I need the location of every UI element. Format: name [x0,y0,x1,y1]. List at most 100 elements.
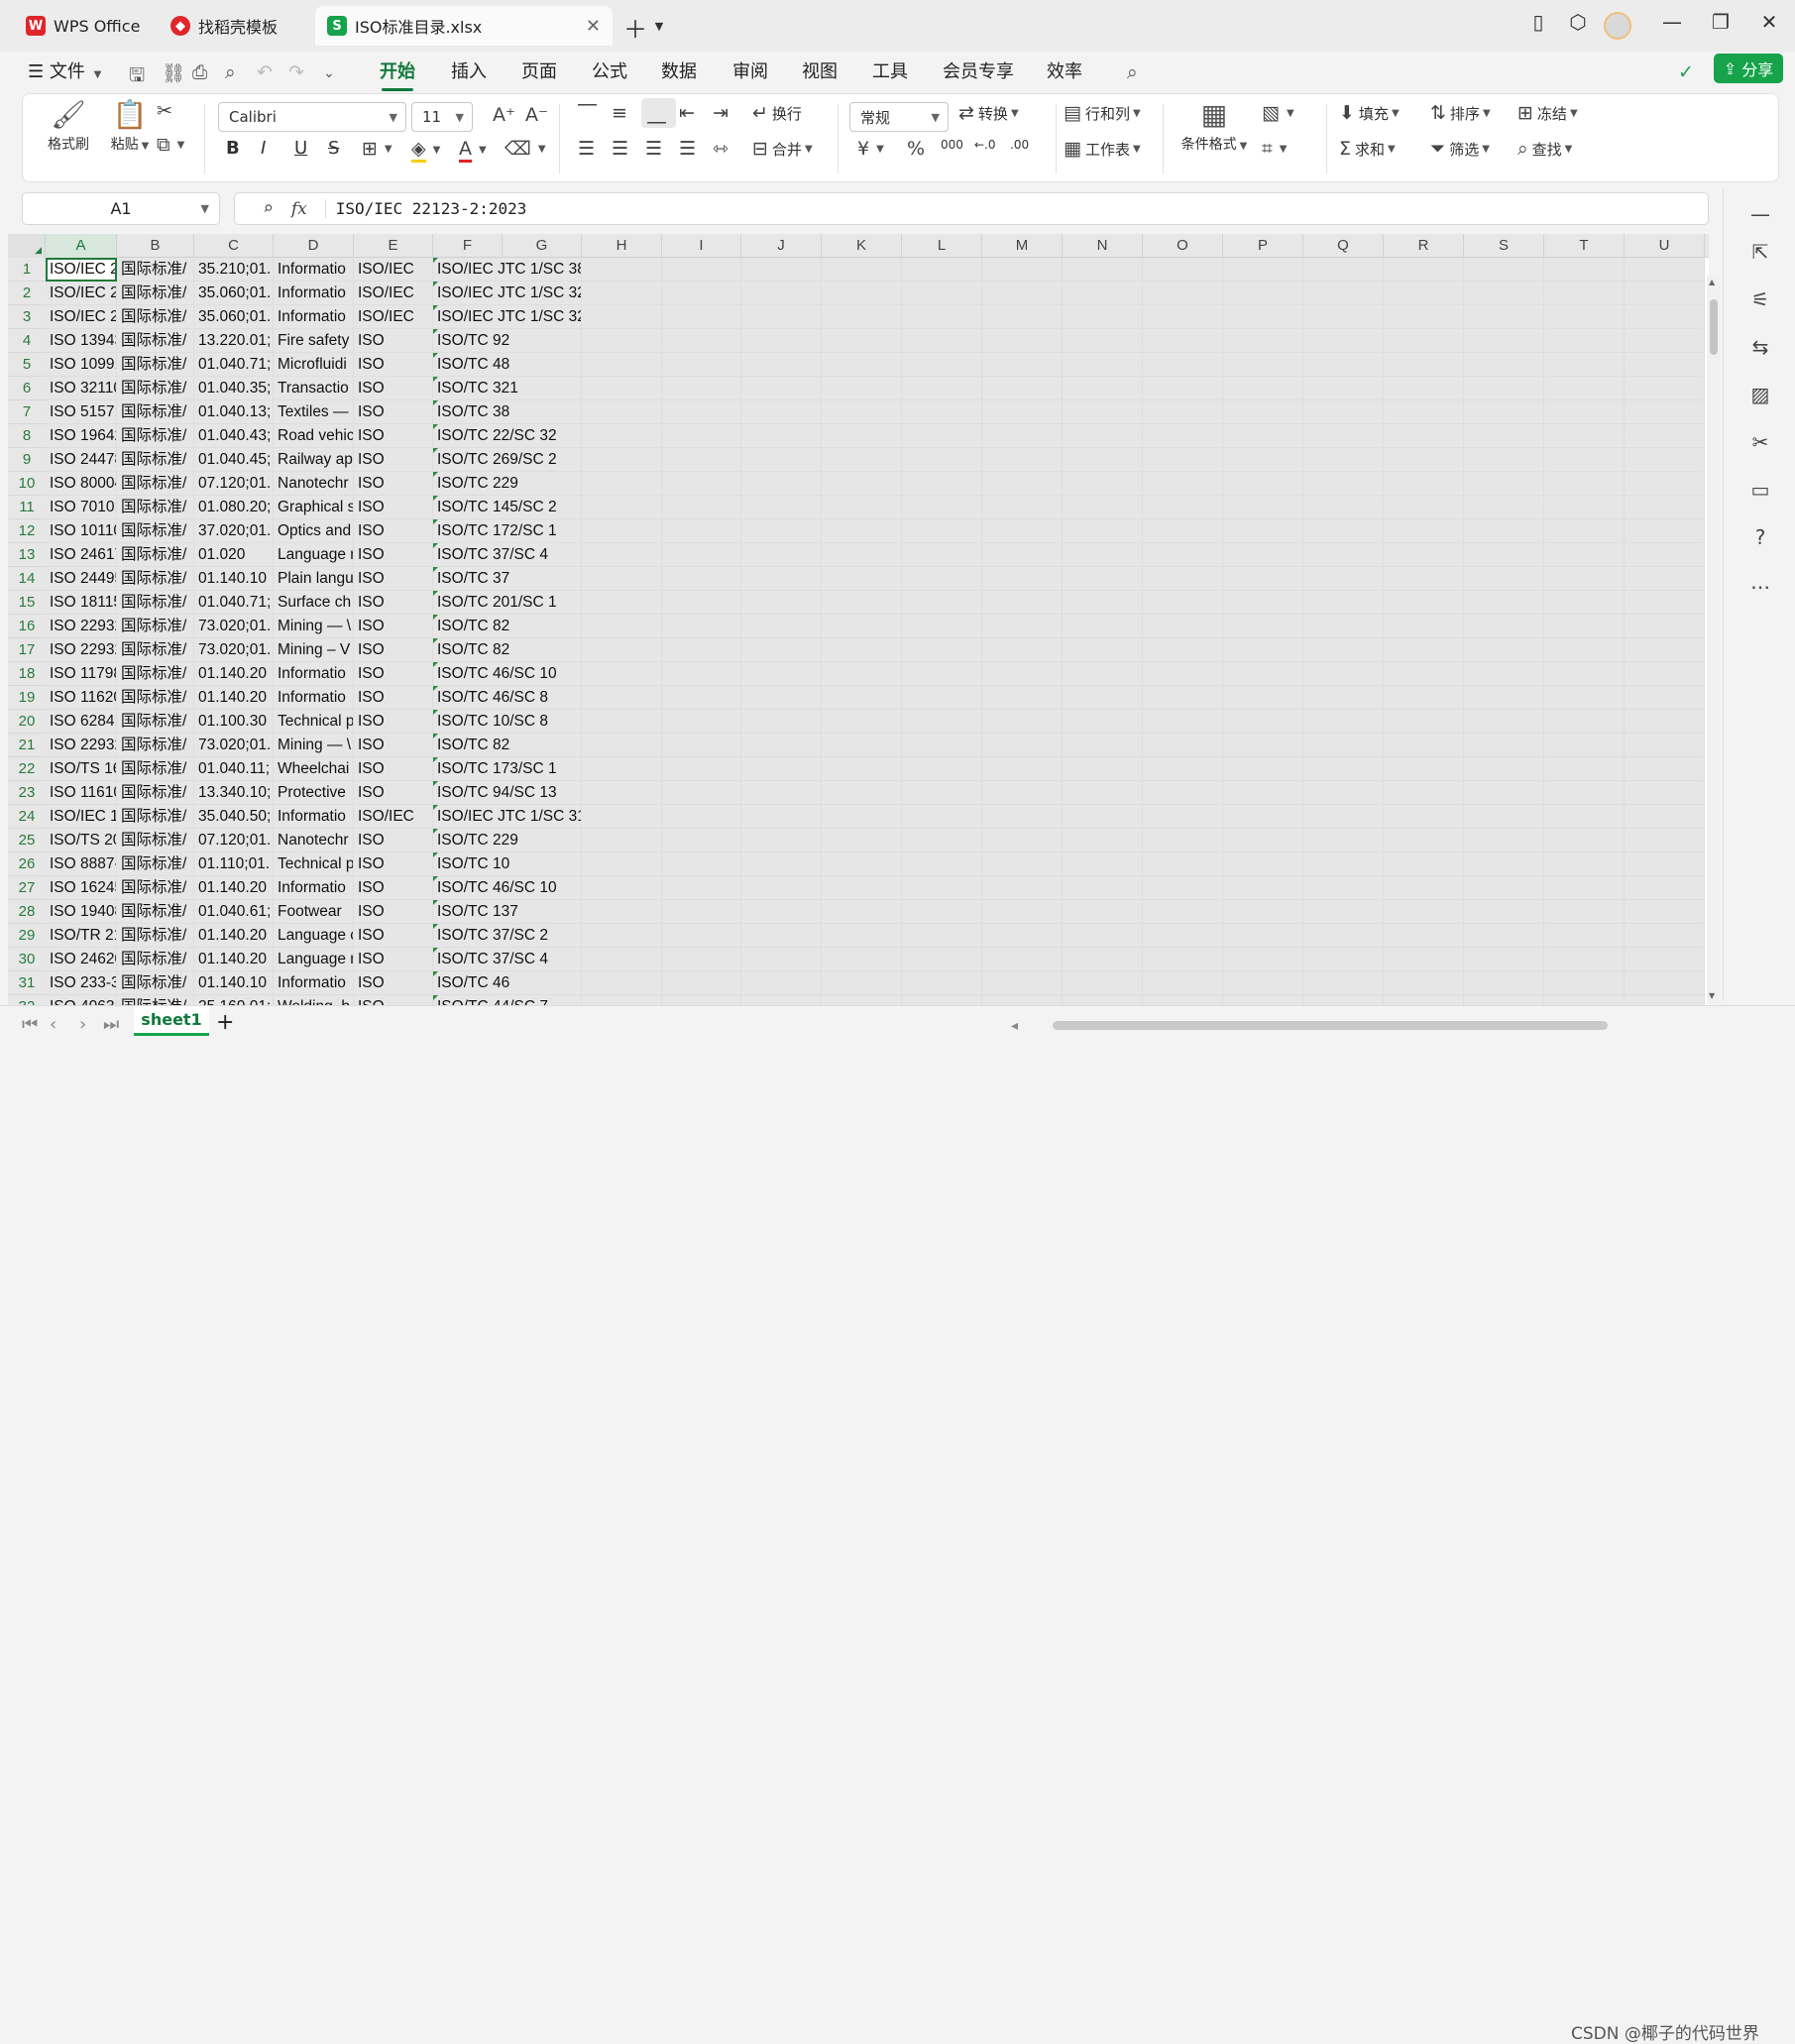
cell-j7[interactable] [741,400,822,424]
cell-e15[interactable]: ISO [354,591,433,615]
cell-e20[interactable]: ISO [354,710,433,734]
cell-j6[interactable] [741,377,822,400]
cell-a11[interactable]: ISO 7010:2 [46,496,117,519]
cell-e13[interactable]: ISO [354,543,433,567]
menu-page[interactable]: 页面 [521,57,557,87]
cell-u11[interactable] [1625,496,1705,519]
cell-n17[interactable] [1063,638,1143,662]
cell-c16[interactable]: 73.020;01. [194,615,274,638]
cell-t15[interactable] [1544,591,1625,615]
column-header-j[interactable]: J [741,234,822,258]
cell-u12[interactable] [1625,519,1705,543]
cell-i15[interactable] [662,591,741,615]
cell-b13[interactable]: 国际标准/ [117,543,194,567]
cell-m27[interactable] [982,876,1063,900]
cell-j27[interactable] [741,876,822,900]
cell-l13[interactable] [902,543,982,567]
book-icon[interactable]: ▭ [1747,478,1773,502]
cell-c3[interactable]: 35.060;01. [194,305,274,329]
cell-l9[interactable] [902,448,982,472]
cell-a7[interactable]: ISO 5157:2 [46,400,117,424]
cell-b16[interactable]: 国际标准/ [117,615,194,638]
row-header[interactable]: 11 [8,496,46,519]
underline-button[interactable]: U [294,138,307,159]
cell-d15[interactable]: Surface ch [274,591,354,615]
cell-f3[interactable]: ISO/IEC JTC 1/SC 32 [433,305,582,329]
cell-a3[interactable]: ISO/IEC 21 [46,305,117,329]
horizontal-scroll-thumb[interactable] [1053,1021,1608,1030]
cell-l2[interactable] [902,282,982,305]
cell-j32[interactable] [741,995,822,1005]
cell-u7[interactable] [1625,400,1705,424]
cell-d26[interactable]: Technical p [274,852,354,876]
print-preview-icon[interactable]: ⌕ [225,61,236,83]
cell-h15[interactable] [582,591,662,615]
cell-o18[interactable] [1143,662,1223,686]
cell-d18[interactable]: Informatio [274,662,354,686]
cell-o25[interactable] [1143,829,1223,852]
search-icon[interactable]: ⌕ [1127,61,1138,83]
cell-u27[interactable] [1625,876,1705,900]
cell-f24[interactable]: ISO/IEC JTC 1/SC 31 [433,805,582,829]
cell-j2[interactable] [741,282,822,305]
increase-font-icon[interactable]: A⁺ [493,104,519,126]
cell-j8[interactable] [741,424,822,448]
increase-decimal-icon[interactable]: ←.0 [974,138,996,152]
cell-d30[interactable]: Language r [274,948,354,971]
cell-s24[interactable] [1464,805,1544,829]
cell-r9[interactable] [1384,448,1464,472]
cell-d28[interactable]: Footwear [274,900,354,924]
cell-o12[interactable] [1143,519,1223,543]
cell-a19[interactable]: ISO 11620: [46,686,117,710]
cell-o17[interactable] [1143,638,1223,662]
cell-f22[interactable]: ISO/TC 173/SC 1 [433,757,582,781]
cell-b24[interactable]: 国际标准/ [117,805,194,829]
cell-o2[interactable] [1143,282,1223,305]
row-header[interactable]: 26 [8,852,46,876]
cell-q12[interactable] [1303,519,1384,543]
cell-s20[interactable] [1464,710,1544,734]
cell-u26[interactable] [1625,852,1705,876]
row-header[interactable]: 28 [8,900,46,924]
cell-q29[interactable] [1303,924,1384,948]
cell-r19[interactable] [1384,686,1464,710]
cell-h23[interactable] [582,781,662,805]
cell-c8[interactable]: 01.040.43; [194,424,274,448]
cell-j28[interactable] [741,900,822,924]
cell-a5[interactable]: ISO 10991: [46,353,117,377]
cell-p8[interactable] [1223,424,1303,448]
row-header[interactable]: 4 [8,329,46,353]
sync-check-icon[interactable]: ✓ [1678,61,1694,83]
cell-m9[interactable] [982,448,1063,472]
cell-e30[interactable]: ISO [354,948,433,971]
cell-r31[interactable] [1384,971,1464,995]
cell-o32[interactable] [1143,995,1223,1005]
cell-i24[interactable] [662,805,741,829]
sheet-tab-sheet1[interactable]: sheet1 [134,1006,209,1036]
cell-k23[interactable] [822,781,902,805]
cell-s5[interactable] [1464,353,1544,377]
cell-t3[interactable] [1544,305,1625,329]
cell-b10[interactable]: 国际标准/ [117,472,194,496]
cell-l22[interactable] [902,757,982,781]
conditional-format-button[interactable]: ▦ 条件格式 ▼ [1175,98,1254,154]
column-header-f[interactable]: F [433,234,503,258]
cell-m23[interactable] [982,781,1063,805]
sort-button[interactable]: ⇅ 排序 ▼ [1430,102,1491,124]
cell-d22[interactable]: Wheelchai [274,757,354,781]
close-tab-icon[interactable]: ✕ [586,16,601,37]
cell-e16[interactable]: ISO [354,615,433,638]
cell-r23[interactable] [1384,781,1464,805]
cell-d32[interactable]: Welding, b [274,995,354,1005]
formula-input[interactable]: ⌕ fx ISO/IEC 22123-2:2023 [234,192,1709,225]
cell-m8[interactable] [982,424,1063,448]
cell-u13[interactable] [1625,543,1705,567]
cell-a30[interactable]: ISO 24620- [46,948,117,971]
cell-t1[interactable] [1544,258,1625,282]
cell-h22[interactable] [582,757,662,781]
fill-button[interactable]: ⬇ 填充 ▼ [1339,102,1400,124]
thousands-button[interactable]: 000 [941,138,963,152]
cell-l19[interactable] [902,686,982,710]
cell-h18[interactable] [582,662,662,686]
cell-a15[interactable]: ISO 18115- [46,591,117,615]
